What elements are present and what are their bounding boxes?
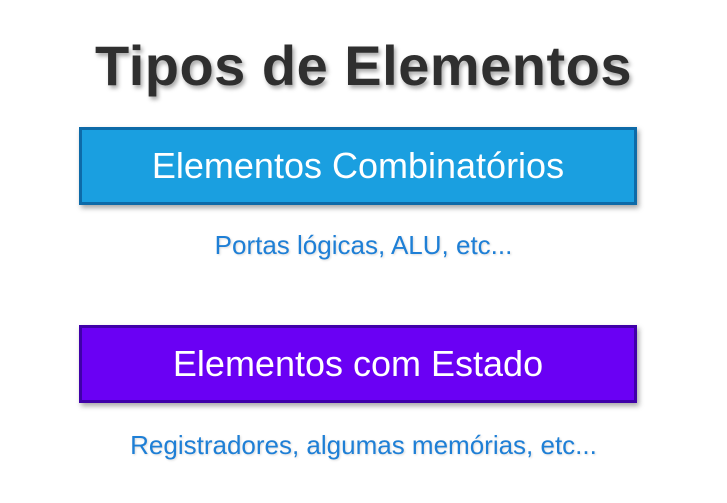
stateful-elements-caption: Registradores, algumas memórias, etc... (130, 430, 597, 460)
combinational-elements-caption: Portas lógicas, ALU, etc... (214, 230, 513, 260)
combinational-elements-box: Elementos Combinatórios (79, 127, 637, 205)
page-title: Tipos de Elementos (95, 34, 632, 97)
stateful-elements-box: Elementos com Estado (79, 325, 637, 403)
stateful-elements-label: Elementos com Estado (172, 343, 544, 384)
combinational-elements-label: Elementos Combinatórios (151, 145, 565, 186)
